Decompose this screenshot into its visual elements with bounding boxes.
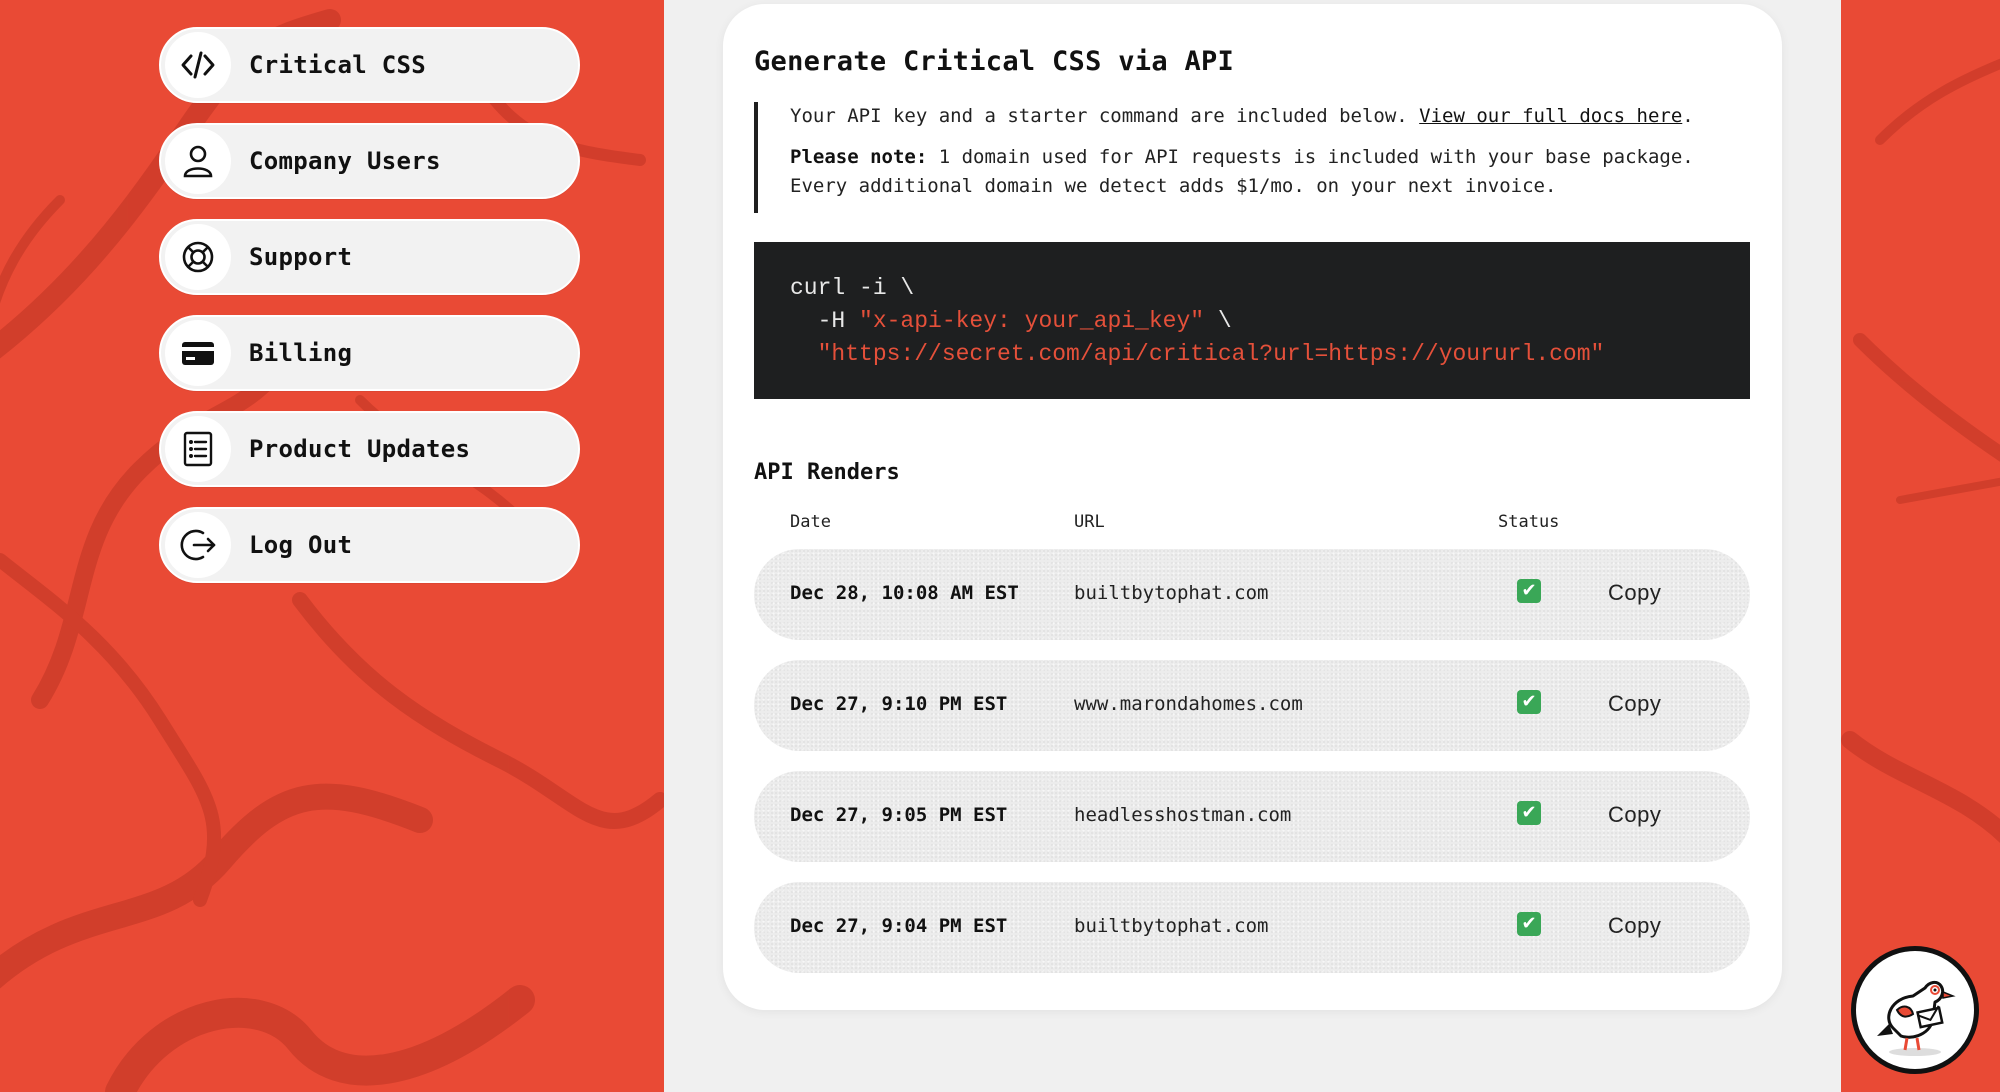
note-intro-text: Your API key and a starter command are i… (790, 105, 1408, 127)
code-line-3-string: "https://secret.com/api/critical?url=htt… (790, 341, 1605, 367)
table-row: Dec 27, 9:10 PM EST www.marondahomes.com… (754, 660, 1750, 751)
sidebar-item-label: Support (249, 243, 353, 271)
row-url: builtbytophat.com (1074, 915, 1269, 937)
sidebar-item-label: Log Out (249, 531, 353, 559)
sidebar-item-billing[interactable]: Billing (159, 315, 580, 391)
pigeon-mascot-icon (1877, 980, 1956, 1056)
docs-link[interactable]: View our full docs here (1419, 105, 1682, 127)
api-note-warning: Please note: 1 domain used for API reque… (790, 143, 1754, 201)
table-row: Dec 27, 9:05 PM EST headlesshostman.com … (754, 771, 1750, 862)
column-header-date: Date (790, 512, 831, 532)
copy-button[interactable]: Copy (1608, 913, 1661, 939)
api-card: Generate Critical CSS via API Your API k… (723, 4, 1782, 1010)
note-period: . (1682, 105, 1694, 127)
page-title: Generate Critical CSS via API (754, 46, 1235, 77)
api-note-intro: Your API key and a starter command are i… (790, 102, 1754, 131)
code-line-1: curl -i \ (790, 275, 915, 301)
row-url: builtbytophat.com (1074, 582, 1269, 604)
api-note: Your API key and a starter command are i… (754, 102, 1754, 213)
row-url: headlesshostman.com (1074, 804, 1292, 826)
sidebar-item-label: Billing (249, 339, 353, 367)
status-check-icon: ✔ (1517, 690, 1541, 714)
row-date: Dec 27, 9:04 PM EST (790, 915, 1008, 937)
lifebuoy-icon (165, 224, 231, 290)
table-row: Dec 28, 10:08 AM EST builtbytophat.com ✔… (754, 549, 1750, 640)
copy-button[interactable]: Copy (1608, 580, 1661, 606)
credit-card-icon (165, 320, 231, 386)
code-line-2-tail: \ (1204, 308, 1232, 334)
sidebar-item-label: Product Updates (249, 435, 471, 463)
api-renders-title: API Renders (754, 460, 900, 485)
status-check-icon: ✔ (1517, 579, 1541, 603)
curl-code-block[interactable]: curl -i \ -H "x-api-key: your_api_key" \… (754, 242, 1750, 399)
code-line-2-flag: -H (790, 308, 860, 334)
sidebar-item-product-updates[interactable]: Product Updates (159, 411, 580, 487)
copy-button[interactable]: Copy (1608, 802, 1661, 828)
renders-table-header: Date URL Status (754, 512, 1750, 536)
sidebar-item-critical-css[interactable]: Critical CSS (159, 27, 580, 103)
renders-table-body: Dec 28, 10:08 AM EST builtbytophat.com ✔… (754, 549, 1750, 993)
row-date: Dec 28, 10:08 AM EST (790, 582, 1019, 604)
sidebar-item-support[interactable]: Support (159, 219, 580, 295)
list-icon (165, 416, 231, 482)
chat-button[interactable] (1851, 946, 1979, 1074)
sidebar-item-company-users[interactable]: Company Users (159, 123, 580, 199)
table-row: Dec 27, 9:04 PM EST builtbytophat.com ✔ … (754, 882, 1750, 973)
sidebar: Critical CSS Company Users Support Billi… (159, 27, 580, 603)
please-note-label: Please note: (790, 146, 928, 168)
sidebar-item-label: Critical CSS (249, 51, 426, 79)
sidebar-item-label: Company Users (249, 147, 441, 175)
logout-icon (165, 512, 231, 578)
user-icon (165, 128, 231, 194)
status-check-icon: ✔ (1517, 912, 1541, 936)
sidebar-item-log-out[interactable]: Log Out (159, 507, 580, 583)
row-date: Dec 27, 9:10 PM EST (790, 693, 1008, 715)
column-header-url: URL (1074, 512, 1105, 532)
row-date: Dec 27, 9:05 PM EST (790, 804, 1008, 826)
column-header-status: Status (1498, 512, 1560, 532)
code-icon (165, 32, 231, 98)
code-line-2-string: "x-api-key: your_api_key" (859, 308, 1205, 334)
copy-button[interactable]: Copy (1608, 691, 1661, 717)
status-check-icon: ✔ (1517, 801, 1541, 825)
row-url: www.marondahomes.com (1074, 693, 1303, 715)
